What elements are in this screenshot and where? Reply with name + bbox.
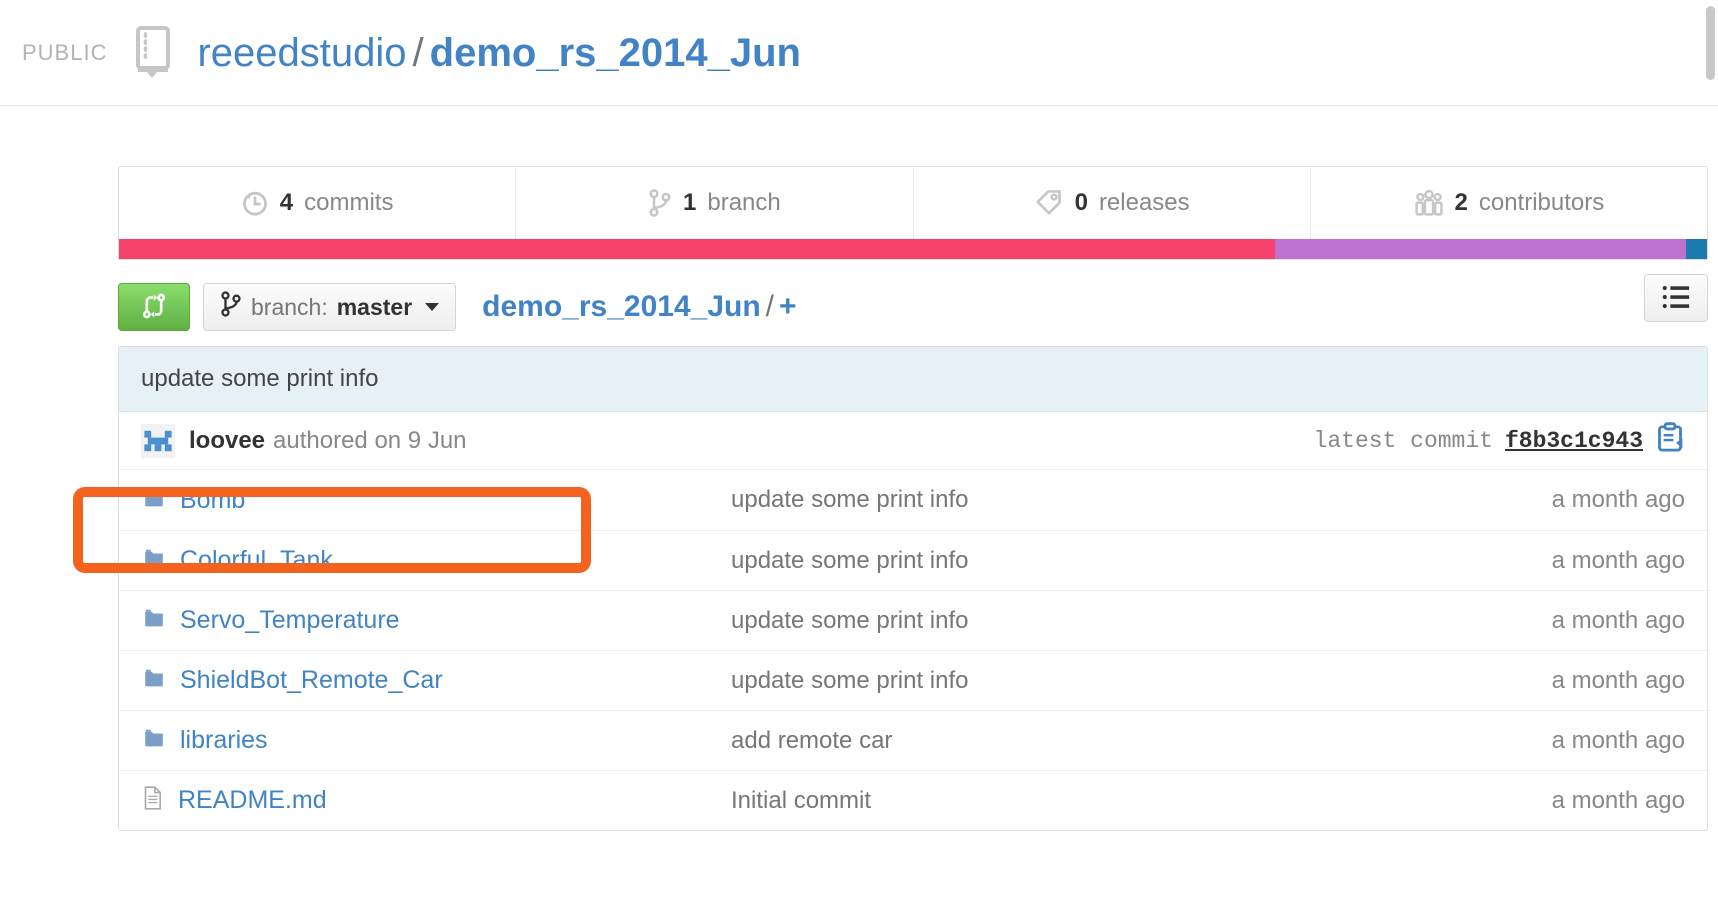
clipboard-copy-icon[interactable] <box>1655 422 1685 459</box>
folder-icon <box>141 607 167 634</box>
file-name-cell: README.md <box>141 786 721 815</box>
git-branch-icon <box>648 189 672 217</box>
file-list-table: update some print info loovee authored o… <box>118 346 1708 831</box>
breadcrumb-repo-link[interactable]: demo_rs_2014_Jun <box>482 290 761 323</box>
table-row[interactable]: README.md Initial commit a month ago <box>119 770 1707 830</box>
file-name-cell: Colorful_Tank <box>141 546 721 575</box>
stat-item-branches[interactable]: 1 branch <box>515 167 912 239</box>
avatar <box>141 423 175 458</box>
file-commit-message: update some print info <box>731 486 969 513</box>
table-row[interactable]: Bomb update some print info a month ago <box>119 470 1707 530</box>
repo-header: PUBLIC reeedstudio / demo_rs_2014_Jun <box>0 0 1718 106</box>
commit-author-row: loovee authored on 9 Jun latest commit f… <box>119 412 1707 470</box>
branch-prefix-label: branch: <box>251 293 328 320</box>
tag-icon <box>1034 189 1064 217</box>
commits-count: 4 <box>279 189 294 216</box>
file-name-cell: ShieldBot_Remote_Car <box>141 666 721 695</box>
latest-commit-message: update some print info <box>119 347 1707 412</box>
file-name-link[interactable]: Servo_Temperature <box>180 606 400 635</box>
file-commit-message: update some print info <box>731 546 969 574</box>
git-branch-icon <box>220 291 242 323</box>
toggle-list-view-button[interactable] <box>1644 274 1708 322</box>
branch-select-button[interactable]: branch: master <box>203 283 457 331</box>
chevron-down-icon <box>425 303 440 311</box>
folder-icon <box>141 727 167 754</box>
file-name-link[interactable]: Bomb <box>180 486 245 515</box>
contributors-link[interactable]: 2 contributors <box>1414 189 1605 217</box>
organization-icon <box>1414 189 1444 217</box>
file-icon <box>141 786 165 815</box>
breadcrumb-separator: / <box>412 30 424 75</box>
file-commit-age: a month ago <box>1551 726 1685 754</box>
latest-commit-label: latest commit <box>1313 427 1493 454</box>
visibility-label: PUBLIC <box>22 39 108 65</box>
commits-link[interactable]: 4 commits <box>241 189 394 217</box>
file-commit-age: a month ago <box>1551 606 1685 634</box>
stat-item-contributors[interactable]: 2 contributors <box>1309 167 1707 239</box>
file-name-cell: Servo_Temperature <box>141 606 721 635</box>
repo-content-container: 4 commits 1 branch 0 releases 2 contribu… <box>118 106 1708 831</box>
releases-count: 0 <box>1074 189 1088 216</box>
branches-link[interactable]: 1 branch <box>648 189 781 217</box>
table-row[interactable]: ShieldBot_Remote_Car update some print i… <box>119 650 1707 710</box>
repo-breadcrumb-title: reeedstudio / demo_rs_2014_Jun <box>197 31 801 75</box>
file-commit-age: a month ago <box>1551 786 1685 814</box>
contributors-label: contributors <box>1478 189 1605 216</box>
breadcrumb-path-separator: / <box>765 290 774 323</box>
releases-label: releases <box>1098 189 1190 216</box>
file-name-link[interactable]: ShieldBot_Remote_Car <box>180 666 443 695</box>
repo-file-toolbar: branch: master demo_rs_2014_Jun / + <box>118 260 1708 340</box>
file-rows: Bomb update some print info a month ago <box>119 470 1707 830</box>
lang-segment-1 <box>119 239 1276 259</box>
stat-item-commits[interactable]: 4 commits <box>119 167 515 239</box>
folder-icon <box>141 487 167 514</box>
file-commit-age: a month ago <box>1551 486 1685 513</box>
table-row[interactable]: Servo_Temperature update some print info… <box>119 590 1707 650</box>
repo-stats-bar: 4 commits 1 branch 0 releases 2 contribu… <box>118 166 1708 260</box>
file-commit-message: update some print info <box>731 606 969 634</box>
file-name-cell: libraries <box>141 726 721 755</box>
folder-icon <box>141 547 167 574</box>
add-file-button[interactable]: + <box>779 290 797 323</box>
stat-item-releases[interactable]: 0 releases <box>912 167 1310 239</box>
commit-author-link[interactable]: loovee <box>189 427 265 455</box>
file-commit-message: update some print info <box>731 666 969 694</box>
folder-icon <box>141 667 167 694</box>
branches-count: 1 <box>683 189 697 216</box>
commit-authored-date: authored on 9 Jun <box>273 426 467 454</box>
scrollbar-thumb[interactable] <box>1706 6 1715 80</box>
repo-stats-list: 4 commits 1 branch 0 releases 2 contribu… <box>119 167 1707 239</box>
latest-commit-sha-block: latest commit f8b3c1c943 <box>1314 422 1685 459</box>
file-commit-age: a month ago <box>1551 666 1685 694</box>
contributors-count: 2 <box>1454 189 1468 216</box>
file-name-cell: Bomb <box>141 486 721 515</box>
commits-label: commits <box>304 189 394 216</box>
file-name-link[interactable]: libraries <box>180 726 268 755</box>
path-breadcrumb: demo_rs_2014_Jun / + <box>482 290 796 324</box>
file-commit-message: add remote car <box>731 726 893 754</box>
github-repo-page: PUBLIC reeedstudio / demo_rs_2014_Jun 4 … <box>0 0 1718 912</box>
git-compare-icon <box>140 292 168 323</box>
branches-label: branch <box>707 189 781 216</box>
branch-name-label: master <box>336 293 413 320</box>
file-name-link[interactable]: README.md <box>178 786 327 815</box>
file-commit-age: a month ago <box>1551 546 1685 574</box>
releases-link[interactable]: 0 releases <box>1034 189 1190 217</box>
table-row[interactable]: Colorful_Tank update some print info a m… <box>119 530 1707 590</box>
repo-owner-link[interactable]: reeedstudio <box>197 31 406 75</box>
file-commit-message: Initial commit <box>731 786 872 814</box>
table-row[interactable]: libraries add remote car a month ago <box>119 710 1707 770</box>
history-icon <box>241 189 269 217</box>
repo-book-icon <box>129 25 177 81</box>
list-unordered-icon <box>1661 282 1691 315</box>
repo-name-link[interactable]: demo_rs_2014_Jun <box>430 31 801 75</box>
commit-sha-link[interactable]: f8b3c1c943 <box>1505 428 1643 454</box>
file-name-link[interactable]: Colorful_Tank <box>180 546 333 575</box>
language-color-bar <box>119 239 1707 259</box>
lang-segment-2 <box>1275 239 1687 259</box>
page-scrollbar[interactable] <box>1702 0 1718 912</box>
compare-review-button[interactable] <box>118 283 190 331</box>
